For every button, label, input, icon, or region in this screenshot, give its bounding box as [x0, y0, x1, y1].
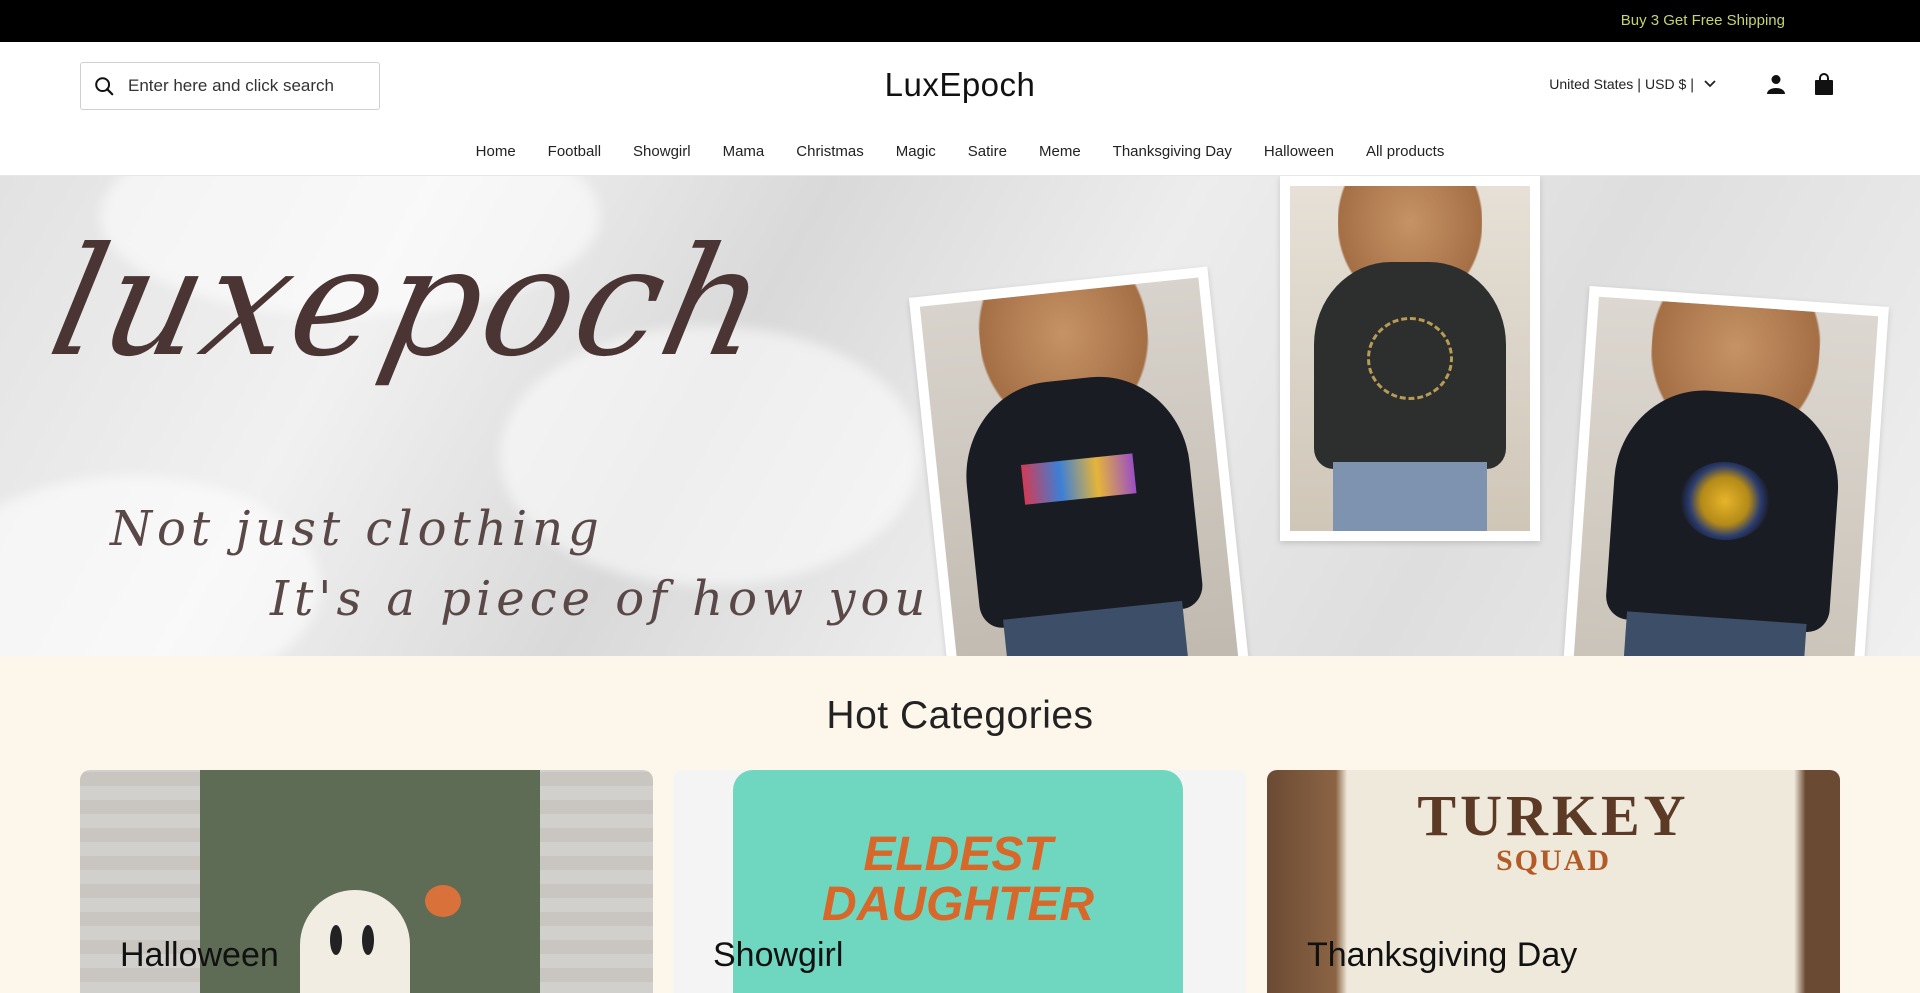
nav-item-all-products[interactable]: All products — [1366, 143, 1444, 160]
category-label[interactable]: Thanksgiving Day — [1307, 936, 1577, 975]
locale-selector[interactable]: United States❘USD $❘ — [1549, 76, 1716, 93]
category-label[interactable]: Showgirl — [713, 936, 843, 975]
hero-photo-model-3 — [1561, 286, 1889, 656]
announcement-text: Buy 3 Get Free Shipping — [1620, 12, 1785, 29]
nav-item-meme[interactable]: Meme — [1039, 143, 1081, 160]
hot-categories-section: Hot Categories Halloween ELDEST DAUGHTER … — [0, 656, 1920, 993]
nav-item-thanksgiving-day[interactable]: Thanksgiving Day — [1113, 143, 1232, 160]
pumpkin-graphic — [425, 885, 461, 917]
nav-item-christmas[interactable]: Christmas — [796, 143, 864, 160]
main-nav: Home Football Showgirl Mama Christmas Ma… — [0, 126, 1920, 176]
nav-item-mama[interactable]: Mama — [723, 143, 765, 160]
header-tools: United States❘USD $❘ — [1549, 72, 1836, 96]
shirt-print-line2: DAUGHTER — [822, 878, 1094, 931]
nav-item-magic[interactable]: Magic — [896, 143, 936, 160]
announcement-bar: Buy 3 Get Free Shipping — [0, 0, 1920, 42]
category-card-thanksgiving-day[interactable]: TURKEY SQUAD Thanksgiving Day — [1267, 770, 1840, 993]
cart-icon[interactable] — [1812, 72, 1836, 96]
nav-item-satire[interactable]: Satire — [968, 143, 1007, 160]
locale-label[interactable]: United States❘USD $❘ — [1549, 76, 1698, 93]
category-label[interactable]: Halloween — [120, 936, 279, 975]
section-heading: Hot Categories — [826, 694, 1094, 737]
hero-banner[interactable]: luxepoch Not just clothing It's a piece … — [0, 176, 1920, 656]
nav-item-showgirl[interactable]: Showgirl — [633, 143, 691, 160]
hero-tagline-line1: Not just clothing — [110, 501, 604, 557]
category-card-showgirl[interactable]: ELDEST DAUGHTER Showgirl — [673, 770, 1246, 993]
site-header: LuxEpoch United States❘USD $❘ — [0, 42, 1920, 126]
account-icon[interactable] — [1764, 72, 1788, 96]
chevron-down-icon[interactable] — [1704, 80, 1716, 88]
nav-item-halloween[interactable]: Halloween — [1264, 143, 1334, 160]
nav-item-home[interactable]: Home — [476, 143, 516, 160]
hero-photo-model-1 — [908, 266, 1252, 656]
shirt-print-line1: TURKEY — [1417, 783, 1690, 848]
hero-script-title: luxepoch — [37, 216, 784, 390]
logo-text[interactable]: LuxEpoch — [885, 66, 1036, 104]
nav-item-football[interactable]: Football — [548, 143, 601, 160]
category-card-halloween[interactable]: Halloween — [80, 770, 653, 993]
shirt-print-line2: SQUAD — [1495, 844, 1611, 877]
hero-photo-model-2 — [1280, 176, 1540, 541]
sweatshirt-print: TURKEY SQUAD — [1267, 787, 1840, 878]
shirt-print-line1: ELDEST — [863, 828, 1053, 881]
ghost-graphic — [300, 890, 410, 993]
